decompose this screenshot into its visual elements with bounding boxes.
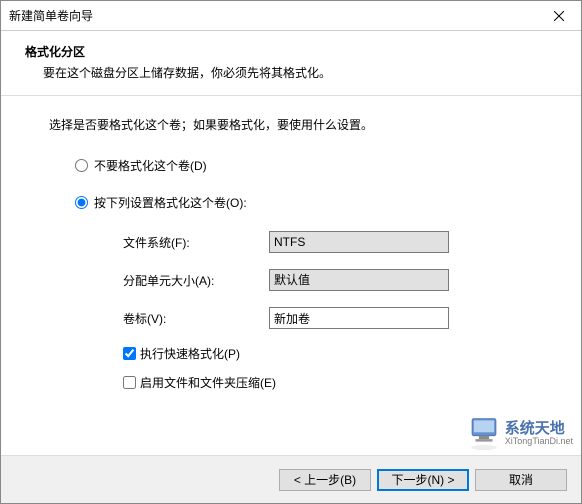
radio-format-with-label: 按下列设置格式化这个卷(O): bbox=[94, 194, 247, 211]
close-button[interactable] bbox=[536, 1, 581, 31]
alloc-unit-row: 分配单元大小(A): 默认值 bbox=[123, 269, 533, 291]
compression-label: 启用文件和文件夹压缩(E) bbox=[140, 374, 276, 391]
radio-format-with-input[interactable] bbox=[75, 196, 88, 209]
titlebar: 新建简单卷向导 bbox=[1, 1, 581, 31]
instruction-text: 选择是否要格式化这个卷；如果要格式化，要使用什么设置。 bbox=[49, 116, 533, 133]
quick-format-checkbox[interactable] bbox=[123, 347, 136, 360]
window-title: 新建简单卷向导 bbox=[9, 7, 93, 24]
file-system-row: 文件系统(F): NTFS bbox=[123, 231, 533, 253]
wizard-header: 格式化分区 要在这个磁盘分区上储存数据，你必须先将其格式化。 bbox=[1, 31, 581, 95]
radio-format-with[interactable]: 按下列设置格式化这个卷(O): bbox=[75, 194, 533, 211]
compression-checkbox[interactable] bbox=[123, 376, 136, 389]
radio-no-format-input[interactable] bbox=[75, 159, 88, 172]
volume-label-row: 卷标(V): bbox=[123, 307, 533, 329]
volume-label-input[interactable] bbox=[269, 307, 449, 329]
watermark: 系统天地 XiTongTianDi.net bbox=[467, 417, 573, 451]
next-button[interactable]: 下一步(N) > bbox=[377, 469, 469, 491]
volume-label-label: 卷标(V): bbox=[123, 310, 269, 327]
format-options: 文件系统(F): NTFS 分配单元大小(A): 默认值 卷标(V): 执行快速… bbox=[75, 231, 533, 391]
file-system-select[interactable]: NTFS bbox=[269, 231, 449, 253]
quick-format-label: 执行快速格式化(P) bbox=[140, 345, 240, 362]
compression-checkbox-row[interactable]: 启用文件和文件夹压缩(E) bbox=[123, 374, 533, 391]
file-system-label: 文件系统(F): bbox=[123, 234, 269, 251]
radio-no-format-label: 不要格式化这个卷(D) bbox=[94, 157, 207, 174]
alloc-unit-label: 分配单元大小(A): bbox=[123, 272, 269, 289]
header-title: 格式化分区 bbox=[25, 43, 557, 60]
quick-format-checkbox-row[interactable]: 执行快速格式化(P) bbox=[123, 345, 533, 362]
watermark-logo-icon bbox=[467, 417, 501, 451]
watermark-text: 系统天地 XiTongTianDi.net bbox=[505, 421, 573, 447]
radio-no-format[interactable]: 不要格式化这个卷(D) bbox=[75, 157, 533, 174]
content-area: 选择是否要格式化这个卷；如果要格式化，要使用什么设置。 不要格式化这个卷(D) … bbox=[1, 96, 581, 413]
wizard-footer: < 上一步(B) 下一步(N) > 取消 bbox=[1, 455, 581, 503]
alloc-unit-select[interactable]: 默认值 bbox=[269, 269, 449, 291]
header-description: 要在这个磁盘分区上储存数据，你必须先将其格式化。 bbox=[25, 64, 557, 81]
back-button[interactable]: < 上一步(B) bbox=[279, 469, 371, 491]
watermark-url: XiTongTianDi.net bbox=[505, 437, 573, 447]
close-icon bbox=[554, 11, 564, 21]
format-radio-group: 不要格式化这个卷(D) 按下列设置格式化这个卷(O): 文件系统(F): NTF… bbox=[49, 157, 533, 391]
cancel-button[interactable]: 取消 bbox=[475, 469, 567, 491]
watermark-cn: 系统天地 bbox=[505, 421, 573, 438]
